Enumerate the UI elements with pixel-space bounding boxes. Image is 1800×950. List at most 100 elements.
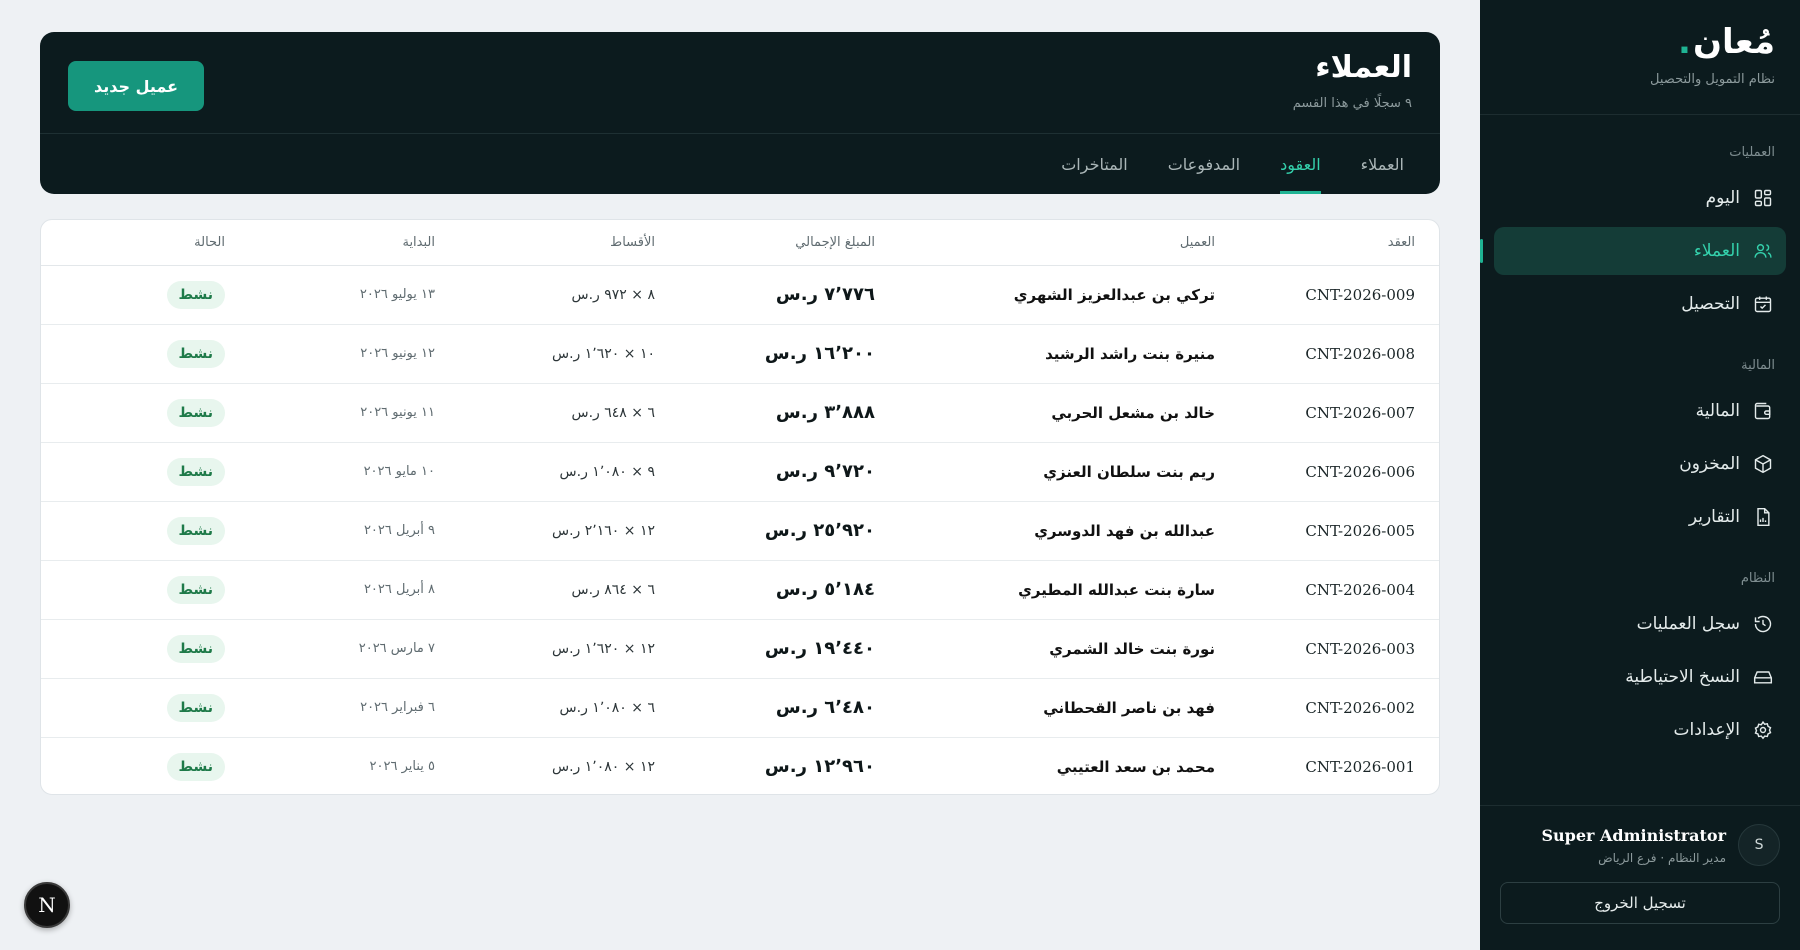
status-cell: نشط bbox=[41, 560, 249, 620]
installments: ٩ × ١٬٠٨٠ ر.س bbox=[459, 442, 679, 502]
table-row[interactable]: CNT-2026-007 خالد بن مشعل الحربي ٣٬٨٨٨ ر.س… bbox=[41, 383, 1439, 443]
next-dev-badge[interactable]: N bbox=[24, 882, 70, 928]
installments: ٦ × ١٬٠٨٠ ر.س bbox=[459, 678, 679, 738]
logout-button[interactable]: تسجيل الخروج bbox=[1500, 882, 1780, 924]
nav-group-title-system: النظام bbox=[1740, 571, 1775, 586]
tab-overdue[interactable]: المتاخرات bbox=[1061, 134, 1128, 194]
installments: ٨ × ٩٧٢ ر.س bbox=[459, 265, 679, 325]
total-amount: ١٦٬٢٠٠ ر.س bbox=[679, 324, 899, 384]
contracts-table: العقد العميل المبلغ الإجمالي الأقساط الب… bbox=[41, 220, 1439, 794]
status-badge: نشط bbox=[166, 398, 225, 427]
avatar[interactable]: S bbox=[1738, 824, 1780, 866]
wallet-icon bbox=[1752, 400, 1774, 422]
status-cell: نشط bbox=[41, 265, 249, 325]
total-amount: ٩٬٧٢٠ ر.س bbox=[679, 442, 899, 502]
brand-name: مُعان bbox=[1692, 22, 1775, 62]
tab-clients[interactable]: العملاء bbox=[1361, 134, 1404, 194]
sidebar-item-inventory[interactable]: المخزون bbox=[1494, 440, 1786, 488]
sidebar-item-clients[interactable]: العملاء bbox=[1480, 227, 1786, 275]
client-name: ريم بنت سلطان العنزي bbox=[899, 442, 1239, 502]
column-header-client[interactable]: العميل bbox=[899, 220, 1239, 266]
column-header-contract[interactable]: العقد bbox=[1239, 220, 1439, 266]
sidebar-item-label: التحصيل bbox=[1681, 294, 1740, 314]
start-date: ٨ أبريل ٢٠٢٦ bbox=[249, 560, 459, 620]
column-header-total-amount[interactable]: المبلغ الإجمالي bbox=[679, 220, 899, 266]
table-row[interactable]: CNT-2026-005 عبدالله بن فهد الدوسري ٢٥٬٩٢٠… bbox=[41, 501, 1439, 561]
contract-code: CNT-2026-002 bbox=[1239, 678, 1439, 738]
sidebar-item-label: الإعدادات bbox=[1673, 720, 1740, 740]
box-icon bbox=[1752, 453, 1774, 475]
installments: ٦ × ٦٤٨ ر.س bbox=[459, 383, 679, 443]
status-badge: نشط bbox=[166, 280, 225, 309]
hard-drive-icon bbox=[1752, 666, 1774, 688]
installments: ٦ × ٨٦٤ ر.س bbox=[459, 560, 679, 620]
installments: ١٠ × ١٬٦٢٠ ر.س bbox=[459, 324, 679, 384]
table-header-row: العقد العميل المبلغ الإجمالي الأقساط الب… bbox=[41, 220, 1439, 266]
sidebar-item-collection[interactable]: التحصيل bbox=[1494, 280, 1786, 328]
client-name: عبدالله بن فهد الدوسري bbox=[899, 501, 1239, 561]
status-cell: نشط bbox=[41, 737, 249, 794]
client-name: خالد بن مشعل الحربي bbox=[899, 383, 1239, 443]
sidebar-item-label: المالية bbox=[1695, 401, 1740, 421]
column-header-start[interactable]: البداية bbox=[249, 220, 459, 266]
start-date: ٥ يناير ٢٠٢٦ bbox=[369, 759, 435, 775]
gear-icon bbox=[1752, 719, 1774, 741]
contract-code: CNT-2026-001 bbox=[1305, 757, 1415, 776]
table-row[interactable]: CNT-2026-003 نورة بنت خالد الشمري ١٩٬٤٤٠ ر… bbox=[41, 619, 1439, 679]
contract-code: CNT-2026-008 bbox=[1239, 324, 1439, 384]
status-cell: نشط bbox=[41, 678, 249, 738]
start-date: ١٢ يونيو ٢٠٢٦ bbox=[249, 324, 459, 384]
table-row[interactable]: CNT-2026-004 سارة بنت عبدالله المطيري ٥٬١٨… bbox=[41, 560, 1439, 620]
sidebar-item-audit-log[interactable]: سجل العمليات bbox=[1494, 600, 1786, 648]
sidebar: مُعان. نظام التمويل والتحصيل العمليات ال… bbox=[1480, 0, 1800, 950]
sidebar-item-finance[interactable]: المالية bbox=[1494, 387, 1786, 435]
status-badge: نشط bbox=[166, 339, 225, 368]
sidebar-item-label: المخزون bbox=[1679, 454, 1740, 474]
sidebar-item-label: النسخ الاحتياطية bbox=[1625, 667, 1740, 687]
installments: ١٢ × ١٬٠٨٠ ر.س bbox=[552, 758, 655, 775]
new-client-button[interactable]: عميل جديد bbox=[68, 61, 204, 111]
status-badge: نشط bbox=[166, 634, 225, 663]
column-header-status[interactable]: الحالة bbox=[41, 220, 249, 266]
contract-code: CNT-2026-004 bbox=[1239, 560, 1439, 620]
brand-logo[interactable]: مُعان. bbox=[1678, 22, 1775, 62]
total-amount: ٣٬٨٨٨ ر.س bbox=[679, 383, 899, 443]
table-row[interactable]: CNT-2026-006 ريم بنت سلطان العنزي ٩٬٧٢٠ ر.… bbox=[41, 442, 1439, 502]
table-row[interactable]: CNT-2026-008 منيرة بنت راشد الرشيد ١٦٬٢٠٠ … bbox=[41, 324, 1439, 384]
start-date: ٦ فبراير ٢٠٢٦ bbox=[249, 678, 459, 738]
tab-contracts[interactable]: العقود bbox=[1280, 134, 1321, 194]
tab-payments[interactable]: المدفوعات bbox=[1168, 134, 1240, 194]
record-count: ٩ سجلًا في هذا القسم bbox=[1292, 96, 1412, 111]
start-date: ١٣ يوليو ٢٠٢٦ bbox=[249, 265, 459, 325]
header-top: العملاء ٩ سجلًا في هذا القسم عميل جديد bbox=[40, 32, 1440, 134]
status-badge: نشط bbox=[166, 516, 225, 545]
start-date: ٩ أبريل ٢٠٢٦ bbox=[249, 501, 459, 561]
main-content: العملاء ٩ سجلًا في هذا القسم عميل جديد ا… bbox=[0, 0, 1480, 950]
nav-group-title-finance: المالية bbox=[1741, 358, 1775, 373]
report-file-icon bbox=[1752, 506, 1774, 528]
table-row[interactable]: CNT-2026-002 فهد بن ناصر القحطاني ٦٬٤٨٠ ر.… bbox=[41, 678, 1439, 738]
table-row[interactable]: CNT-2026-001 محمد بن سعد العتيبي ١٢٬٩٦٠ ر.… bbox=[41, 737, 1439, 794]
contract-code: CNT-2026-003 bbox=[1239, 619, 1439, 679]
sidebar-item-reports[interactable]: التقارير bbox=[1494, 493, 1786, 541]
page-title: العملاء bbox=[1315, 50, 1412, 85]
client-name: تركي بن عبدالعزيز الشهري bbox=[899, 265, 1239, 325]
sidebar-item-today[interactable]: اليوم bbox=[1494, 174, 1786, 222]
status-badge: نشط bbox=[166, 693, 225, 722]
column-header-installments[interactable]: الأقساط bbox=[459, 220, 679, 266]
installments: ١٢ × ١٬٦٢٠ ر.س bbox=[459, 619, 679, 679]
brand-subtitle: نظام التمويل والتحصيل bbox=[1650, 72, 1775, 87]
client-name: نورة بنت خالد الشمري bbox=[899, 619, 1239, 679]
user-name: Super Administrator bbox=[1541, 825, 1726, 845]
contract-code: CNT-2026-009 bbox=[1239, 265, 1439, 325]
client-name: منيرة بنت راشد الرشيد bbox=[899, 324, 1239, 384]
table-row[interactable]: CNT-2026-009 تركي بن عبدالعزيز الشهري ٧٬٧٧… bbox=[41, 265, 1439, 325]
start-date: ٧ مارس ٢٠٢٦ bbox=[249, 619, 459, 679]
sidebar-item-backups[interactable]: النسخ الاحتياطية bbox=[1494, 653, 1786, 701]
contract-code: CNT-2026-007 bbox=[1239, 383, 1439, 443]
user-row: S Super Administrator مدير النظام · فرع … bbox=[1500, 824, 1780, 866]
contracts-table-card: العقد العميل المبلغ الإجمالي الأقساط الب… bbox=[40, 219, 1440, 795]
sidebar-item-settings[interactable]: الإعدادات bbox=[1494, 706, 1786, 754]
contract-code: CNT-2026-005 bbox=[1239, 501, 1439, 561]
sidebar-item-label: العملاء bbox=[1693, 241, 1740, 261]
